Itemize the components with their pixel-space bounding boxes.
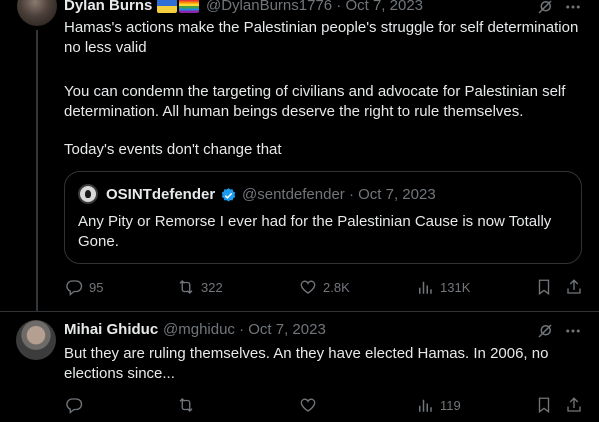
- avatar[interactable]: [17, 0, 57, 26]
- retweet-icon: [179, 398, 193, 412]
- bookmark-button[interactable]: [535, 396, 553, 414]
- quoted-author-handle-date: @sentdefender · Oct 7, 2023: [242, 186, 436, 203]
- analytics-icon: [419, 281, 432, 294]
- verified-badge-icon: [220, 187, 237, 204]
- reply-button[interactable]: [65, 396, 89, 414]
- thread-line: [36, 30, 38, 312]
- name-flags: [157, 0, 199, 13]
- views-button[interactable]: 119: [416, 396, 461, 414]
- ukraine-flag-icon: [157, 0, 177, 13]
- bookmark-icon: [538, 279, 550, 296]
- bookmark-icon: [538, 397, 550, 414]
- heart-icon: [300, 280, 316, 294]
- share-icon: [567, 397, 581, 412]
- reply-icon: [66, 398, 83, 414]
- tweet-text: But they are ruling themselves. An they …: [64, 345, 549, 382]
- view-count: 119: [440, 397, 461, 413]
- quoted-author-name: OSINTdefender: [106, 186, 216, 203]
- analytics-icon: [419, 399, 432, 412]
- tweet-text: You can condemn the targeting of civilia…: [64, 83, 566, 120]
- quoted-tweet-text: Any Pity or Remorse I ever had for the P…: [78, 213, 552, 250]
- like-button[interactable]: 2.8K: [299, 278, 350, 296]
- share-icon: [567, 279, 581, 294]
- heart-icon: [300, 398, 316, 412]
- author-handle-date[interactable]: @DylanBurns1776 · Oct 7, 2023: [206, 0, 423, 14]
- bookmark-button[interactable]: [535, 278, 553, 296]
- reply-icon: [66, 280, 83, 296]
- avatar[interactable]: [16, 320, 56, 360]
- like-count: 2.8K: [323, 279, 350, 295]
- reply-button[interactable]: 95: [65, 278, 103, 296]
- like-button[interactable]: [299, 396, 323, 414]
- grok-icon[interactable]: [536, 322, 554, 345]
- retweet-button[interactable]: 322: [177, 278, 223, 296]
- reply-count: 95: [89, 279, 104, 295]
- share-button[interactable]: [565, 278, 583, 296]
- avatar: [78, 184, 98, 204]
- author-handle-date[interactable]: @mghiduc · Oct 7, 2023: [163, 321, 326, 338]
- more-icon[interactable]: [564, 322, 582, 345]
- tweet-text: Hamas's actions make the Palestinian peo…: [64, 19, 579, 56]
- quoted-tweet[interactable]: OSINTdefender @sentdefender · Oct 7, 202…: [64, 171, 582, 264]
- pride-flag-icon: [179, 0, 199, 13]
- tweet-text: Today's events don't change that: [64, 141, 282, 158]
- author-name[interactable]: Mihai Ghiduc: [64, 321, 158, 338]
- retweet-count: 322: [201, 279, 223, 295]
- views-button[interactable]: 131K: [416, 278, 470, 296]
- share-button[interactable]: [565, 396, 583, 414]
- author-name[interactable]: Dylan Burns: [64, 0, 152, 14]
- retweet-button[interactable]: [177, 396, 201, 414]
- retweet-icon: [179, 280, 193, 294]
- view-count: 131K: [440, 279, 471, 295]
- tweet-divider: [0, 311, 599, 312]
